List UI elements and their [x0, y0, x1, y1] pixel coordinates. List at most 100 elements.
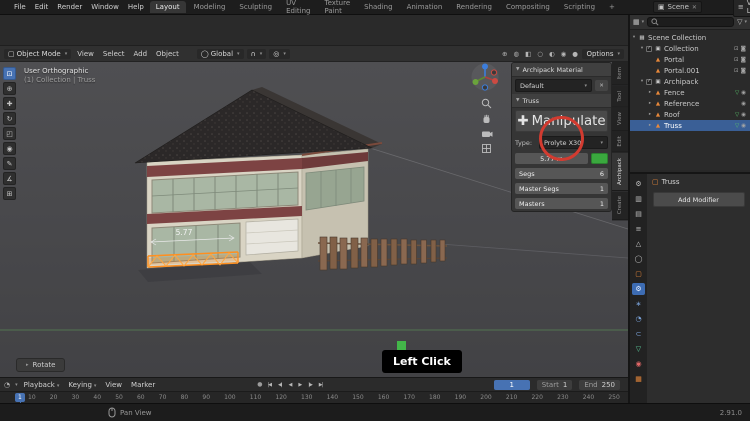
playhead[interactable]: 1: [15, 393, 25, 405]
properties-tab[interactable]: △: [632, 238, 645, 250]
eye-visibility-icon[interactable]: ◉: [741, 101, 746, 107]
playback-button[interactable]: ◀: [287, 382, 294, 388]
collection-checkbox-icon[interactable]: ✓: [646, 45, 652, 52]
shading-material-icon[interactable]: ◉: [559, 50, 568, 58]
workspace-tab[interactable]: Texture Paint: [319, 0, 357, 17]
viewport-menu[interactable]: Select: [100, 50, 128, 58]
eye-visibility-icon[interactable]: ◉: [741, 123, 746, 129]
tool-button[interactable]: ◰: [3, 127, 16, 140]
workspace-tab[interactable]: Sculpting: [233, 1, 278, 13]
playback-button[interactable]: |▶: [306, 382, 314, 388]
clear-material-button[interactable]: ✕: [595, 80, 608, 91]
apply-length-button[interactable]: [591, 153, 608, 164]
workspace-tab[interactable]: Compositing: [500, 1, 556, 13]
sidebar-tab[interactable]: View: [612, 107, 628, 132]
view-layer-selector[interactable]: ≡ View Layer ✕: [732, 0, 750, 17]
shading-wireframe-icon[interactable]: ○: [536, 50, 545, 58]
outliner-row[interactable]: ▾ ✓ ▦ Scene Collection ▽ ⊡ ◙ ◉: [630, 32, 750, 43]
frame-end-field[interactable]: End 250: [579, 379, 620, 390]
topbar-menu[interactable]: File: [10, 3, 30, 11]
expander-icon[interactable]: ▾: [638, 79, 646, 84]
tool-button[interactable]: ∡: [3, 172, 16, 185]
workspace-tab[interactable]: Shading: [358, 1, 398, 13]
properties-tab[interactable]: ◉: [632, 358, 645, 370]
outliner-row[interactable]: ✓ ▲ Portal ▽ ⊡ ◙ ◉: [630, 54, 750, 65]
workspace-tab[interactable]: Modeling: [188, 1, 232, 13]
topbar-menu[interactable]: Window: [87, 3, 123, 11]
properties-tab[interactable]: ▦: [632, 373, 645, 385]
outliner-search-input[interactable]: [647, 17, 735, 27]
eye-visibility-icon[interactable]: ◉: [741, 90, 746, 96]
topbar-menu[interactable]: Render: [53, 3, 86, 11]
properties-tab[interactable]: ▽: [632, 343, 645, 355]
screen-visibility-icon[interactable]: ⊡: [734, 57, 739, 63]
tool-button[interactable]: ⊡: [3, 67, 16, 80]
screen-visibility-icon[interactable]: ⊡: [734, 46, 739, 52]
workspace-tab[interactable]: Rendering: [450, 1, 498, 13]
add-modifier-button[interactable]: Add Modifier: [652, 192, 745, 207]
timeline-ruler[interactable]: 1 10 20 30 40 50 60 70 80 90 100 110 120 130 140 150 16…: [0, 391, 628, 405]
archipack-parameter-icon[interactable]: ▽: [735, 90, 739, 96]
playback-button[interactable]: ◀|: [276, 382, 284, 388]
orientation-selector[interactable]: ◯ Global ▾: [196, 48, 244, 59]
manipulate-button[interactable]: ✚ Manipulate: [515, 110, 608, 132]
properties-tab[interactable]: ▢: [632, 268, 645, 280]
sidebar-tab[interactable]: Archipack: [612, 152, 628, 191]
truss-length-field[interactable]: 5.77 m: [515, 153, 588, 164]
outliner-row[interactable]: ▸ ✓ ▲ Fence ▽ ⊡ ◙ ◉: [630, 87, 750, 98]
topbar-menu[interactable]: Edit: [31, 3, 53, 11]
number-field[interactable]: Master Segs 1: [515, 183, 608, 194]
outliner-display-mode[interactable]: ▦ ▾: [633, 18, 644, 26]
render-visibility-icon[interactable]: ◙: [741, 46, 746, 52]
workspace-tab[interactable]: +: [603, 1, 621, 13]
properties-tab[interactable]: ◯: [632, 253, 645, 265]
truss-section-header[interactable]: ▼ Truss: [512, 94, 611, 108]
number-field[interactable]: Segs 6: [515, 168, 608, 179]
playback-button[interactable]: ▶|: [317, 382, 325, 388]
snapping-toggle[interactable]: ∩ ▾: [246, 48, 267, 59]
render-visibility-icon[interactable]: ◙: [741, 68, 746, 74]
editor-type-icon[interactable]: ◔: [4, 381, 10, 389]
sidebar-tab[interactable]: Edit: [612, 131, 628, 153]
tool-button[interactable]: ✎: [3, 157, 16, 170]
timeline-menu[interactable]: Marker▾: [128, 381, 158, 389]
outliner-row[interactable]: ▾ ✓ ▣ Archipack ▽ ⊡ ◙ ◉: [630, 76, 750, 87]
close-icon[interactable]: ✕: [692, 4, 697, 11]
expander-icon[interactable]: ▾: [638, 46, 646, 51]
expander-icon[interactable]: ▸: [646, 123, 654, 128]
mode-selector[interactable]: ▢ Object Mode ▾: [4, 48, 72, 59]
timeline-menu[interactable]: Playback ▾: [21, 381, 63, 389]
shading-solid-icon[interactable]: ◐: [547, 50, 556, 58]
expander-icon[interactable]: ▸: [646, 90, 654, 95]
outliner-row[interactable]: ▸ ✓ ▲ Truss ▽ ⊡ ◙ ◉: [630, 120, 750, 131]
tool-button[interactable]: ◉: [3, 142, 16, 155]
tool-button[interactable]: ↻: [3, 112, 16, 125]
render-visibility-icon[interactable]: ◙: [741, 57, 746, 63]
workspace-tab[interactable]: Scripting: [558, 1, 601, 13]
proportional-editing-toggle[interactable]: ◎ ▾: [269, 48, 290, 59]
eye-visibility-icon[interactable]: ◉: [741, 112, 746, 118]
workspace-tab[interactable]: Animation: [401, 1, 449, 13]
pan-hand-icon[interactable]: [481, 113, 492, 124]
viewport-menu[interactable]: Add: [130, 50, 150, 58]
truss-type-dropdown[interactable]: Prolyte X30 ▾: [539, 136, 608, 149]
tool-button[interactable]: ⊞: [3, 187, 16, 200]
outliner-filter[interactable]: ▽ ▾: [737, 18, 747, 26]
properties-tab[interactable]: ◔: [632, 313, 645, 325]
sidebar-tab[interactable]: Create: [612, 190, 628, 221]
collection-checkbox-icon[interactable]: ✓: [646, 78, 652, 85]
properties-tab[interactable]: ⚙: [632, 178, 645, 190]
expander-icon[interactable]: ▸: [646, 112, 654, 117]
auto-keyframe-toggle[interactable]: ●: [257, 381, 262, 388]
redo-panel[interactable]: ▸ Rotate: [16, 358, 66, 372]
playback-button[interactable]: ▶: [296, 382, 303, 388]
workspace-tab[interactable]: Layout: [149, 1, 186, 13]
scene-selector[interactable]: ▣ Scene ✕: [652, 1, 702, 13]
properties-tab[interactable]: ≡: [632, 223, 645, 235]
expander-icon[interactable]: ▸: [646, 101, 654, 106]
outliner-row[interactable]: ▸ ✓ ▲ Roof ▽ ⊡ ◙ ◉: [630, 109, 750, 120]
tool-button[interactable]: ✚: [3, 97, 16, 110]
properties-tab[interactable]: ⊂: [632, 328, 645, 340]
timeline-menu[interactable]: View▾: [102, 381, 125, 389]
sidebar-tab[interactable]: Tool: [612, 85, 628, 108]
